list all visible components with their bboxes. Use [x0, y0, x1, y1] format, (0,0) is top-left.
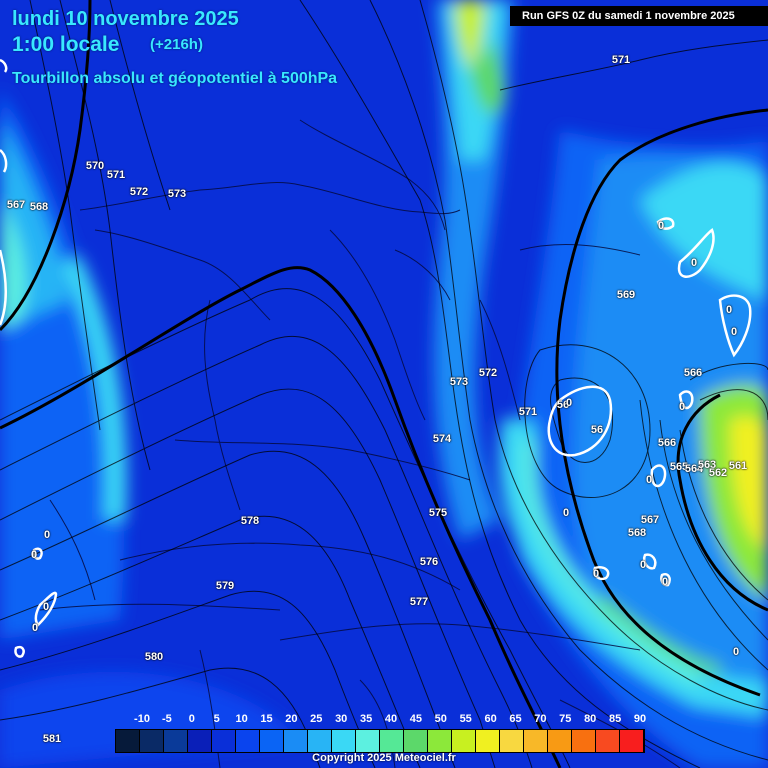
legend-swatch [116, 730, 140, 752]
contour-label: 567 [640, 514, 660, 526]
legend-tick: 60 [484, 713, 497, 725]
zero-label: 0 [732, 646, 740, 658]
legend-swatch [452, 730, 476, 752]
legend-tick: 25 [310, 713, 323, 725]
zero-label: 0 [661, 576, 669, 588]
contour-label: 571 [611, 54, 631, 66]
contour-label: 575 [428, 507, 448, 519]
contour-label: 568 [627, 527, 647, 539]
legend-tick: 35 [359, 713, 373, 725]
legend-swatch [260, 730, 284, 752]
contour-label: 566 [683, 367, 703, 379]
legend-tick: 50 [434, 713, 447, 725]
legend-tick: 55 [459, 713, 472, 725]
legend-swatch [236, 730, 260, 752]
vorticity-map [0, 0, 768, 768]
legend-swatch [524, 730, 548, 752]
contour-label: 566 [657, 437, 677, 449]
zero-label: 0 [562, 507, 570, 519]
legend-tick: 90 [633, 713, 647, 725]
model-run-info: Run GFS 0Z du samedi 1 novembre 2025 [510, 6, 768, 26]
zero-label: 0 [690, 257, 698, 269]
legend-tick: 65 [509, 713, 522, 725]
zero-label: 0 [565, 397, 573, 409]
forecast-date: lundi 10 novembre 2025 [12, 8, 239, 30]
contour-label: 581 [42, 733, 62, 745]
legend-swatch [428, 730, 452, 752]
contour-label: 561 [728, 460, 748, 472]
contour-label: 572 [129, 186, 149, 198]
legend-swatch [500, 730, 524, 752]
contour-label: 574 [432, 433, 452, 445]
contour-label: 569 [616, 289, 636, 301]
contour-label: 578 [240, 515, 260, 527]
copyright-text: Copyright 2025 Meteociel.fr [312, 752, 456, 764]
contour-label: 576 [419, 556, 439, 568]
contour-label: 571 [106, 169, 126, 181]
zero-label: 0 [730, 326, 738, 338]
contour-label: 56 [590, 424, 604, 436]
contour-label: 573 [167, 188, 187, 200]
legend-tick: 45 [409, 713, 423, 725]
legend-swatch [332, 730, 356, 752]
contour-label: 577 [409, 596, 429, 608]
legend-swatch [164, 730, 188, 752]
legend-swatch [596, 730, 620, 752]
color-scale-legend [115, 729, 645, 753]
zero-label: 0 [592, 568, 600, 580]
legend-tick-labels: -10 -5 0 5 10 15 20 25 30 35 40 45 50 55 60 65 70 75 80 85 9… [110, 713, 650, 727]
legend-swatch [404, 730, 428, 752]
legend-tick: 10 [235, 713, 248, 725]
contour-label: 567 [6, 199, 26, 211]
legend-tick: 5 [213, 713, 220, 725]
contour-label: 568 [29, 201, 49, 213]
legend-swatch [284, 730, 308, 752]
contour-label: 570 [85, 160, 105, 172]
forecast-lead-time: (+216h) [150, 36, 203, 53]
legend-swatch [308, 730, 332, 752]
parameter-title: Tourbillon absolu et géopotentiel à 500h… [12, 70, 338, 87]
zero-label: 0 [31, 622, 39, 634]
zero-label: 0 [43, 529, 51, 541]
legend-tick: -10 [134, 713, 150, 725]
legend-swatch [140, 730, 164, 752]
legend-tick: 30 [335, 713, 348, 725]
contour-label: 580 [144, 651, 164, 663]
contour-label: 572 [478, 367, 498, 379]
contour-label: 562 [708, 467, 728, 479]
forecast-local-time: 1:00 locale [12, 33, 120, 56]
legend-tick: 70 [534, 713, 547, 725]
zero-label: 0 [30, 549, 38, 561]
contour-label: 571 [518, 406, 538, 418]
legend-swatch [548, 730, 572, 752]
zero-label: 0 [639, 559, 647, 571]
zero-label: 0 [42, 601, 50, 613]
legend-tick: 85 [608, 713, 622, 725]
legend-tick: 0 [188, 713, 195, 725]
zero-label: 0 [657, 220, 665, 232]
legend-swatch [188, 730, 212, 752]
zero-label: 0 [725, 304, 733, 316]
legend-swatch [572, 730, 596, 752]
legend-swatch [212, 730, 236, 752]
contour-label: 579 [215, 580, 235, 592]
contour-label: 573 [449, 376, 469, 388]
legend-tick: 80 [584, 713, 597, 725]
legend-tick: 75 [559, 713, 572, 725]
legend-tick: 15 [260, 713, 273, 725]
legend-swatch [356, 730, 380, 752]
legend-swatch [620, 730, 644, 752]
legend-swatch [380, 730, 404, 752]
zero-label: 0 [645, 474, 653, 486]
legend-tick: -5 [162, 713, 172, 725]
legend-tick: 20 [285, 713, 298, 725]
zero-label: 0 [678, 401, 686, 413]
legend-swatch [476, 730, 500, 752]
legend-tick: 40 [384, 713, 398, 725]
